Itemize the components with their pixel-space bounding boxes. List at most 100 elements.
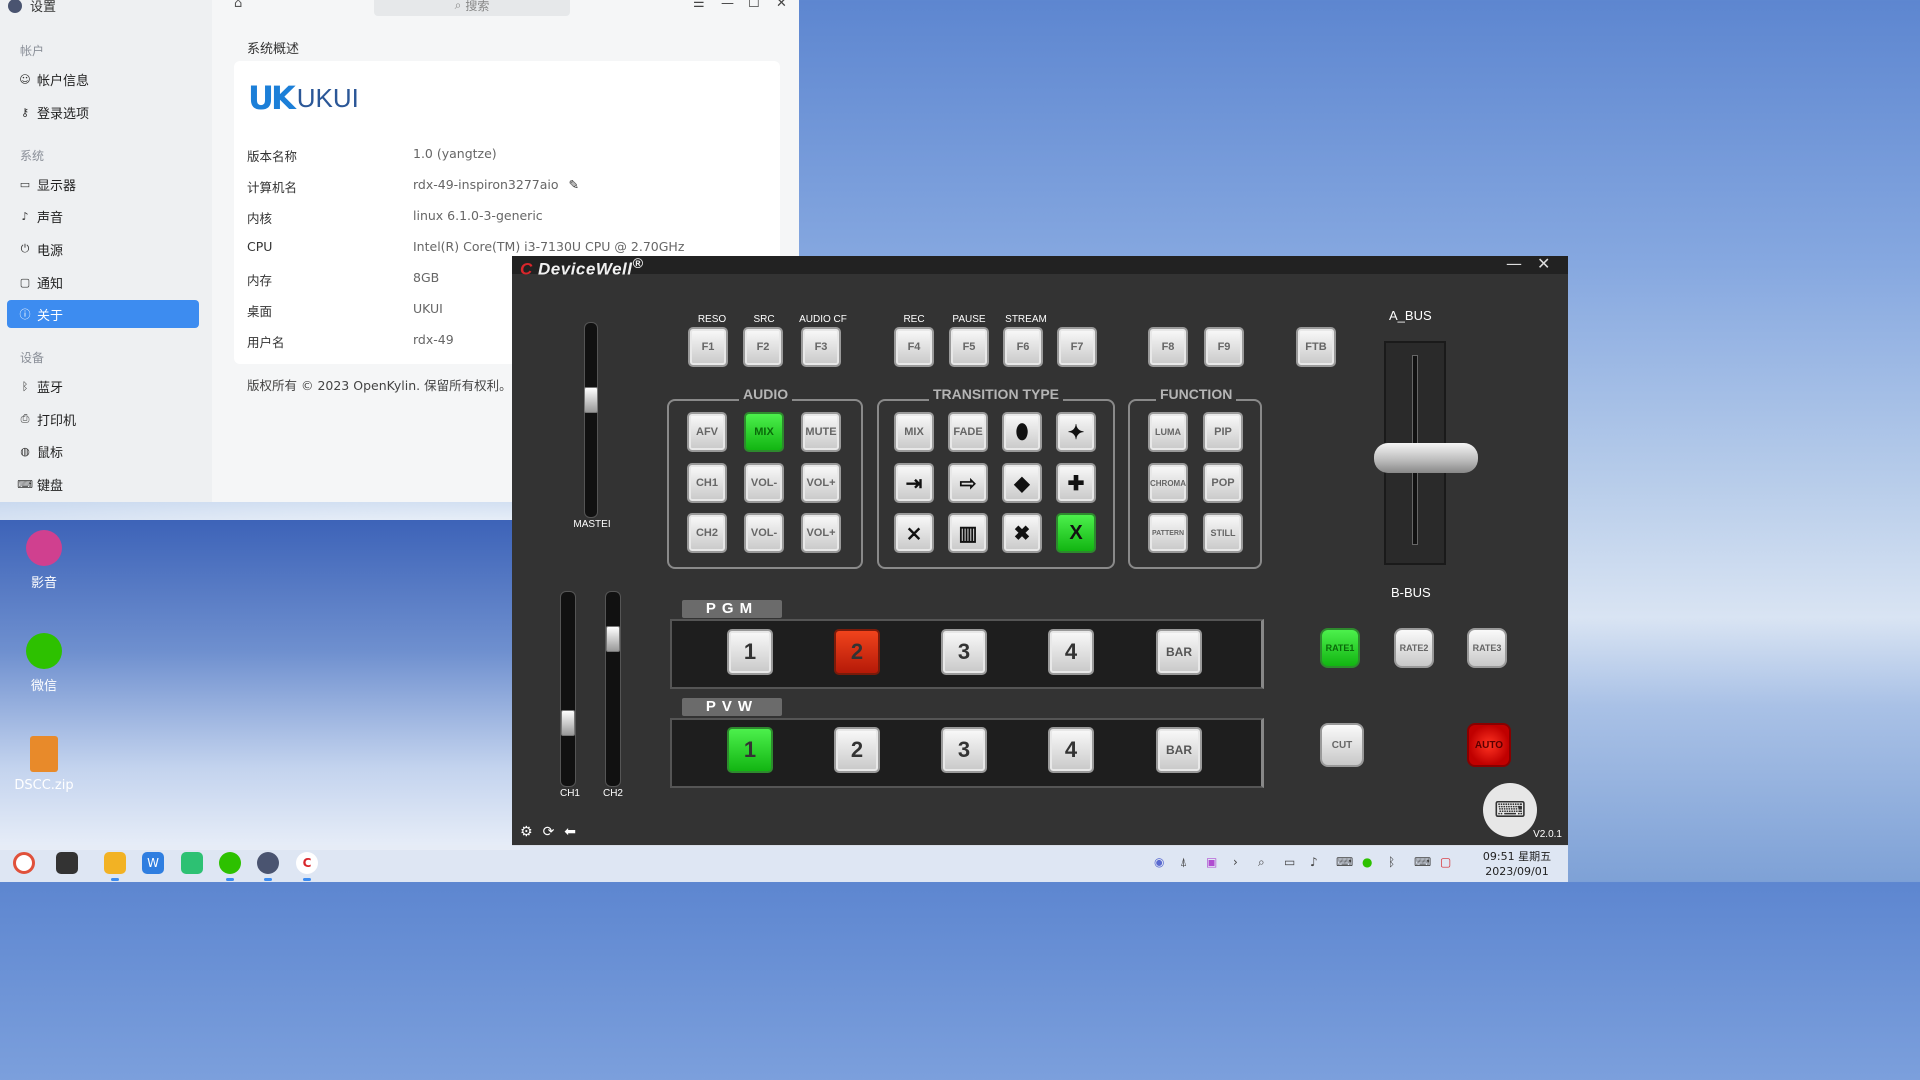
- sidebar-item-account-info[interactable]: ☺ 帐户信息: [7, 65, 199, 93]
- desktop-icon-dscc-zip[interactable]: DSCC.zip: [4, 736, 84, 793]
- cut-button[interactable]: CUT: [1320, 723, 1364, 767]
- f9-button[interactable]: F9: [1204, 327, 1244, 367]
- f4-button[interactable]: F4: [894, 327, 934, 367]
- f1-button[interactable]: F1: [688, 327, 728, 367]
- pvw-input-2-button[interactable]: 2: [834, 727, 880, 773]
- sidebar-item-power[interactable]: ⏻ 电源: [7, 235, 199, 263]
- f7-button[interactable]: F7: [1057, 327, 1097, 367]
- video-icon[interactable]: ▣: [1206, 855, 1217, 869]
- transition-clover-button[interactable]: ✖: [1002, 513, 1042, 553]
- ch2-fader-knob[interactable]: [606, 626, 620, 652]
- virtual-keyboard-button[interactable]: ⌨: [1483, 783, 1537, 837]
- sidebar-item-display[interactable]: ▭ 显示器: [7, 170, 199, 198]
- sidebar-item-printer[interactable]: ⎙ 打印机: [7, 405, 199, 433]
- function-pop-button[interactable]: POP: [1203, 463, 1243, 503]
- rate3-button[interactable]: RATE3: [1467, 628, 1507, 668]
- keyboard-icon[interactable]: ⌨: [1336, 855, 1353, 869]
- clock[interactable]: 09:51 星期五 2023/09/01: [1472, 849, 1562, 879]
- pvw-input-3-button[interactable]: 3: [941, 727, 987, 773]
- function-pip-button[interactable]: PIP: [1203, 412, 1243, 452]
- audio-ch1-vol-down-button[interactable]: VOL-: [744, 463, 784, 503]
- settings-icon[interactable]: [257, 852, 279, 874]
- function-still-button[interactable]: STILL: [1203, 513, 1243, 553]
- audio-ch1-vol-up-button[interactable]: VOL+: [801, 463, 841, 503]
- ftb-button[interactable]: FTB: [1296, 327, 1336, 367]
- sidebar-item-about[interactable]: ⓘ 关于: [7, 300, 199, 328]
- desktop-icon-video-player[interactable]: 影音: [4, 530, 84, 591]
- wechat-tray-icon[interactable]: ●: [1362, 855, 1372, 869]
- function-chroma-button[interactable]: CHROMA: [1148, 463, 1188, 503]
- audio-ch2-vol-up-button[interactable]: VOL+: [801, 513, 841, 553]
- transition-cross-wipe-button[interactable]: ✚: [1056, 463, 1096, 503]
- transition-star-wipe-button[interactable]: ✦: [1056, 412, 1096, 452]
- f3-button[interactable]: F3: [801, 327, 841, 367]
- ukui-icon[interactable]: ◉: [1154, 855, 1164, 869]
- sidebar-item-login-options[interactable]: ⚷ 登录选项: [7, 98, 199, 126]
- pvw-input-1-button[interactable]: 1: [727, 727, 773, 773]
- minimize-icon[interactable]: —: [721, 0, 734, 11]
- f2-button[interactable]: F2: [743, 327, 783, 367]
- sidebar-item-sound[interactable]: ♪ 声音: [7, 202, 199, 230]
- notification-icon[interactable]: ▢: [1440, 855, 1451, 869]
- back-arrow-icon[interactable]: ⬅: [564, 824, 576, 840]
- files-icon[interactable]: [104, 852, 126, 874]
- sidebar-item-keyboard[interactable]: ⌨ 键盘: [7, 470, 199, 498]
- multitask-icon[interactable]: [56, 852, 78, 874]
- wechat-icon[interactable]: [219, 852, 241, 874]
- close-icon[interactable]: ✕: [776, 0, 787, 11]
- home-icon[interactable]: ⌂: [234, 0, 242, 11]
- rate1-button[interactable]: RATE1: [1320, 628, 1360, 668]
- master-fader-knob[interactable]: [584, 387, 598, 413]
- transition-diamond-wipe-button[interactable]: ◆: [1002, 463, 1042, 503]
- transition-blinds-button[interactable]: ▥: [948, 513, 988, 553]
- pvw-bar-button[interactable]: BAR: [1156, 727, 1202, 773]
- ch1-fader[interactable]: [560, 591, 576, 787]
- browser-icon[interactable]: [13, 852, 35, 874]
- desktop-icon-wechat[interactable]: 微信: [4, 633, 84, 694]
- auto-button[interactable]: AUTO: [1467, 723, 1511, 767]
- minimize-icon[interactable]: —: [1506, 254, 1522, 273]
- transition-oval-wipe-button[interactable]: ⬮: [1002, 412, 1042, 452]
- keyboard-layout-icon[interactable]: ⌨: [1414, 855, 1431, 869]
- pgm-input-1-button[interactable]: 1: [727, 629, 773, 675]
- rate2-button[interactable]: RATE2: [1394, 628, 1434, 668]
- transition-x-wipe-button[interactable]: X: [1056, 513, 1096, 553]
- ch2-fader[interactable]: [605, 591, 621, 787]
- network-share-icon[interactable]: ⍋: [1180, 855, 1187, 870]
- function-luma-button[interactable]: LUMA: [1148, 412, 1188, 452]
- pgm-input-2-button[interactable]: 2: [834, 629, 880, 675]
- ch1-fader-knob[interactable]: [561, 710, 575, 736]
- sidebar-item-bluetooth[interactable]: ᛒ 蓝牙: [7, 372, 199, 400]
- edit-icon[interactable]: ✎: [569, 177, 579, 192]
- settings-gear-icon[interactable]: ⚙: [520, 824, 533, 840]
- transition-diagonal-button[interactable]: ⨯: [894, 513, 934, 553]
- pgm-input-3-button[interactable]: 3: [941, 629, 987, 675]
- chevron-right-icon[interactable]: ›: [1233, 855, 1238, 869]
- maximize-icon[interactable]: ☐: [748, 0, 760, 11]
- audio-afv-button[interactable]: AFV: [687, 412, 727, 452]
- wps-icon[interactable]: W: [142, 852, 164, 874]
- devicewell-icon[interactable]: C: [296, 852, 318, 874]
- sidebar-item-mouse[interactable]: ◍ 鼠标: [7, 437, 199, 465]
- transition-fade-button[interactable]: FADE: [948, 412, 988, 452]
- close-icon[interactable]: ✕: [1537, 254, 1550, 273]
- sidebar-item-notification[interactable]: ▢ 通知: [7, 268, 199, 296]
- pgm-input-4-button[interactable]: 4: [1048, 629, 1094, 675]
- audio-ch2-vol-down-button[interactable]: VOL-: [744, 513, 784, 553]
- t-bar-handle[interactable]: [1374, 443, 1478, 473]
- function-pattern-button[interactable]: PATTERN: [1148, 513, 1188, 553]
- audio-ch2-button[interactable]: CH2: [687, 513, 727, 553]
- volume-icon[interactable]: ♪: [1310, 855, 1318, 869]
- pvw-input-4-button[interactable]: 4: [1048, 727, 1094, 773]
- message-icon[interactable]: [181, 852, 203, 874]
- search-icon[interactable]: ⌕: [1258, 855, 1265, 870]
- audio-mute-button[interactable]: MUTE: [801, 412, 841, 452]
- display-icon[interactable]: ▭: [1284, 855, 1295, 869]
- menu-icon[interactable]: ☰: [693, 0, 705, 11]
- pgm-bar-button[interactable]: BAR: [1156, 629, 1202, 675]
- transition-slide-button[interactable]: ⇨: [948, 463, 988, 503]
- f5-button[interactable]: F5: [949, 327, 989, 367]
- bluetooth-icon[interactable]: ᛒ: [1388, 855, 1395, 869]
- master-fader[interactable]: [584, 322, 598, 518]
- audio-ch1-button[interactable]: CH1: [687, 463, 727, 503]
